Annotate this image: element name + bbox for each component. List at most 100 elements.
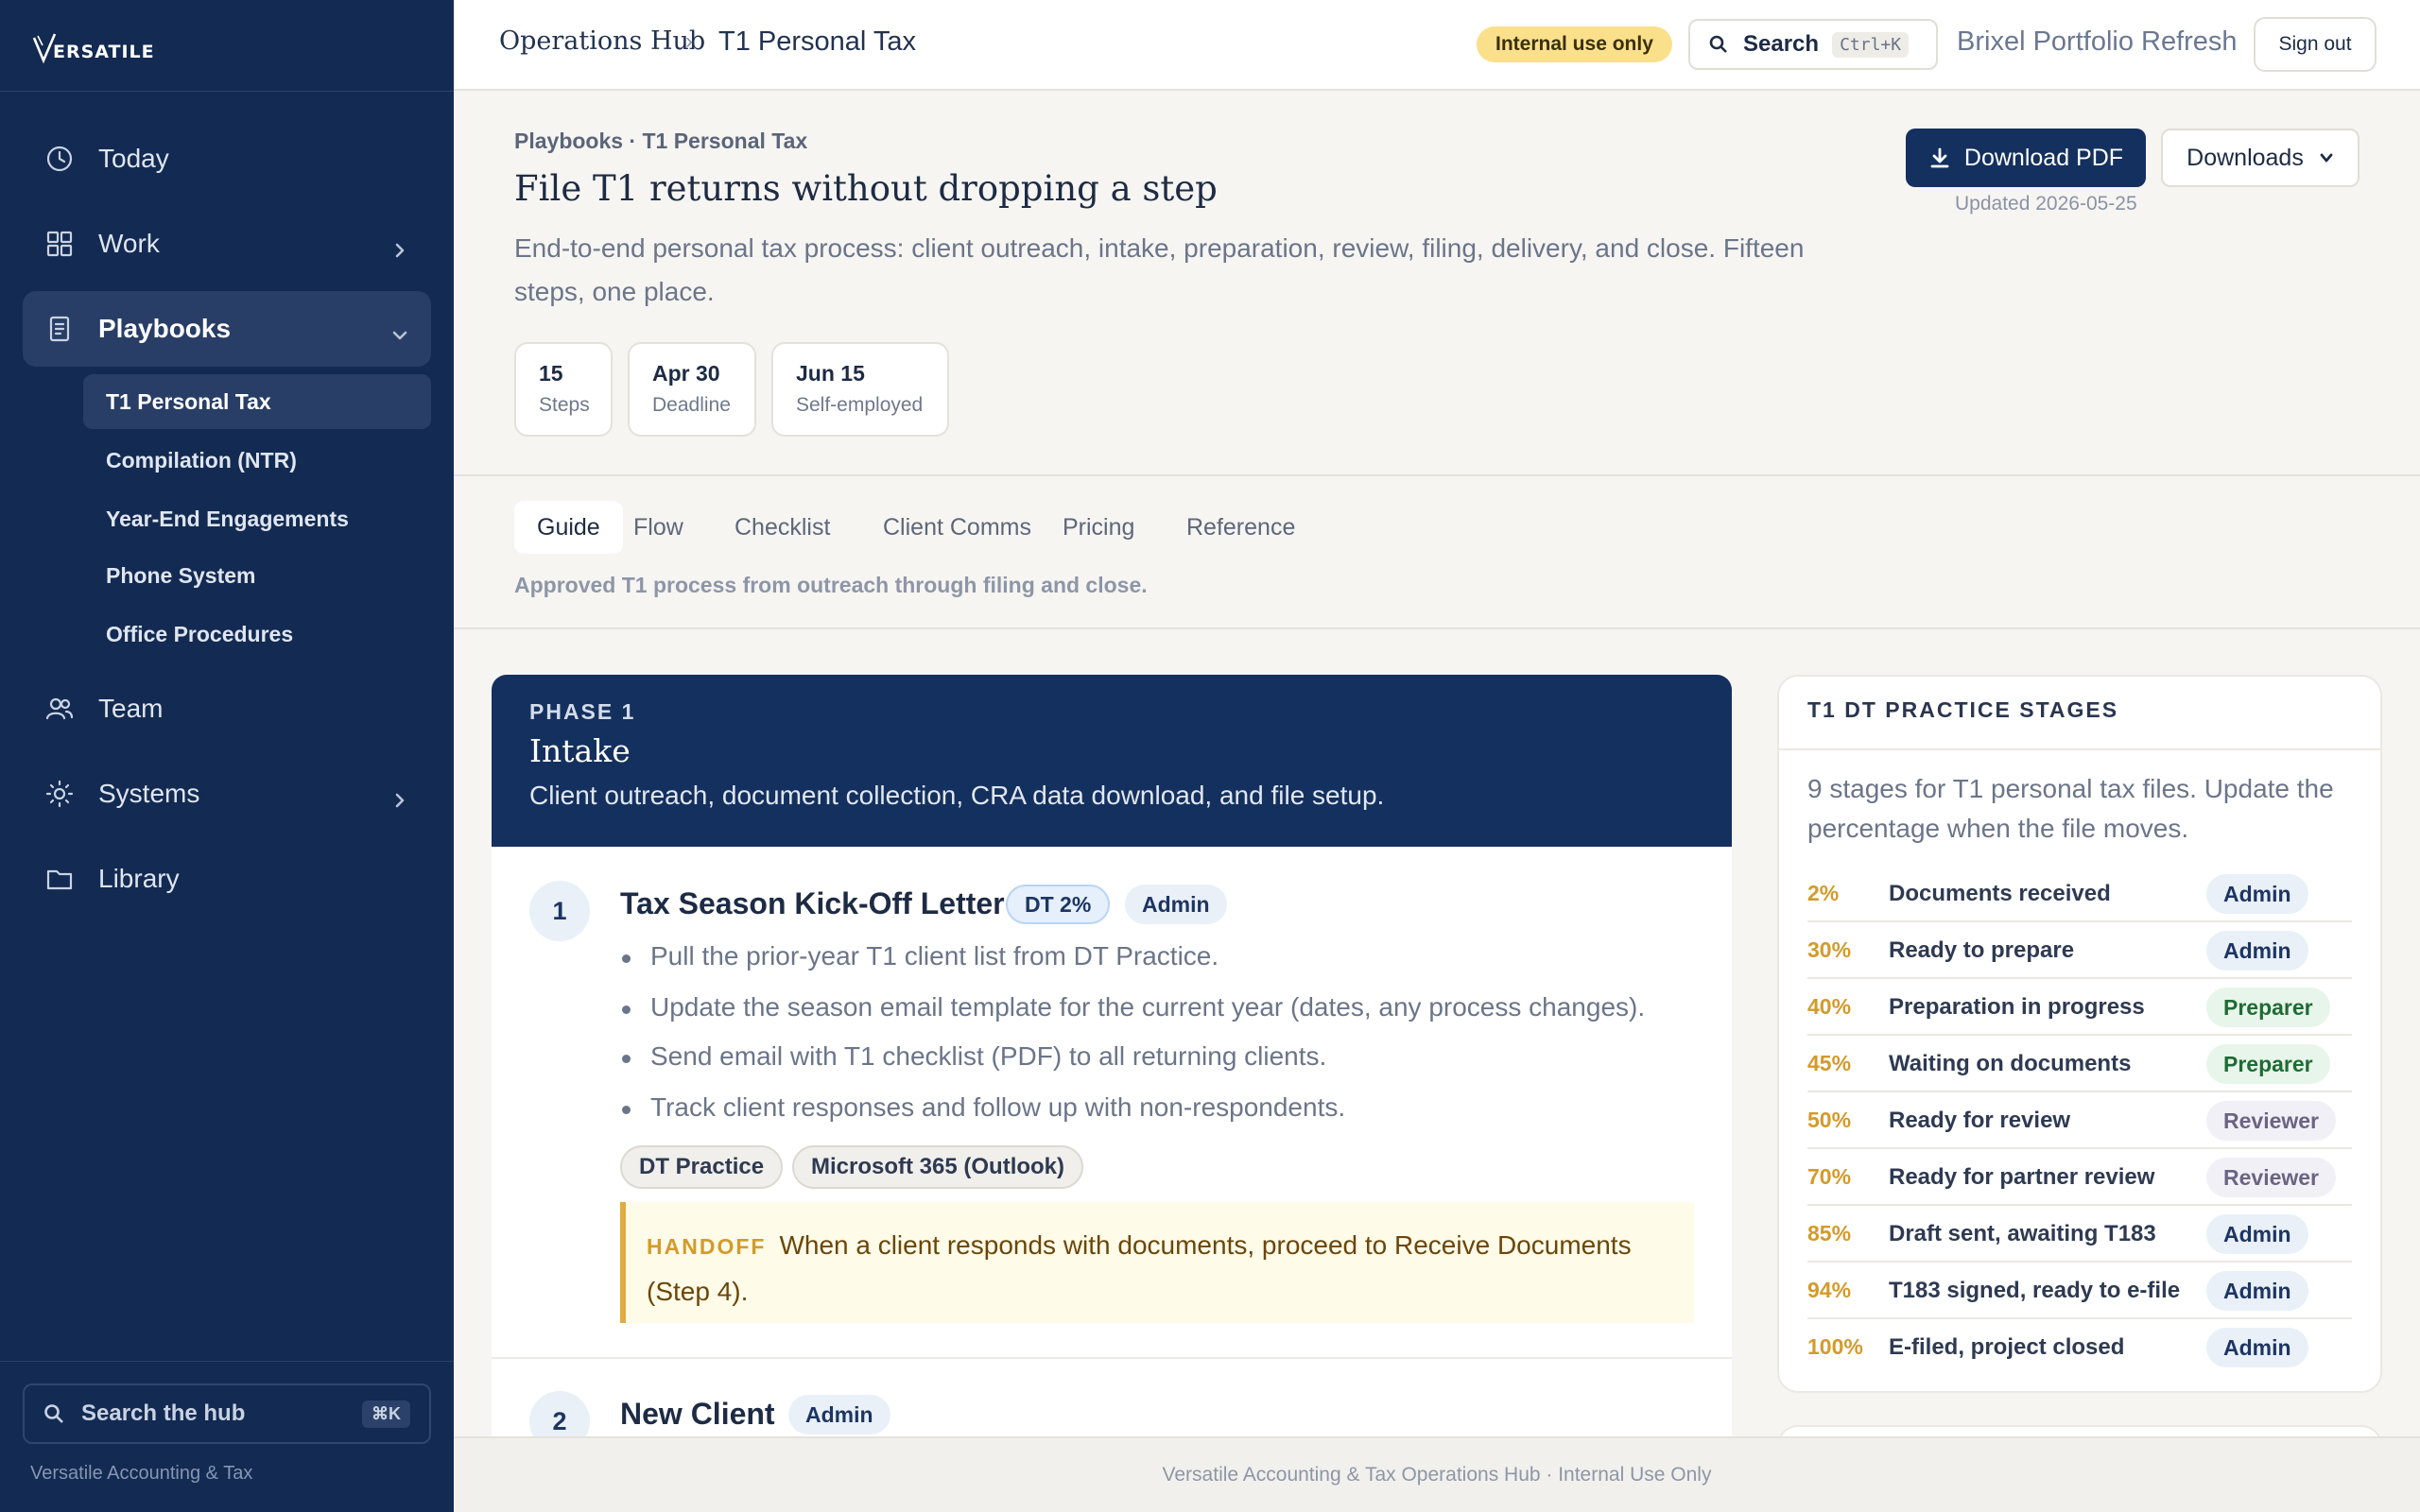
tab-reference[interactable]: Reference <box>1164 501 1318 554</box>
internal-use-badge: Internal use only <box>1477 26 1672 62</box>
nav-work[interactable]: Work <box>23 206 431 282</box>
tab-flow[interactable]: Flow <box>611 501 706 554</box>
stat-steps: 15 Steps <box>514 342 613 437</box>
sidebar: ERSATILE Today Work Playbooks T1 Persona… <box>0 0 454 1512</box>
tab-caption: Approved T1 process from outreach throug… <box>514 573 1148 597</box>
updated-timestamp: Updated 2026-05-25 <box>1955 193 2137 215</box>
stat-label: Self-employed <box>796 394 924 416</box>
sub-office-procedures[interactable]: Office Procedures <box>83 607 431 662</box>
stages-description: 9 stages for T1 personal tax files. Upda… <box>1807 774 2334 843</box>
stage-row: 2% Documents received Admin <box>1807 866 2352 922</box>
page-breadcrumb: Playbooks · T1 Personal Tax <box>514 129 808 153</box>
step-title: New Client <box>620 1397 775 1431</box>
nav-team-label: Team <box>98 694 164 723</box>
sidebar-search[interactable]: Search the hub ⌘K <box>23 1383 431 1444</box>
breadcrumb-current: T1 Personal Tax <box>718 26 917 57</box>
clock-icon <box>43 143 76 175</box>
stage-name: Waiting on documents <box>1889 1051 2132 1076</box>
stage-name: Ready for partner review <box>1889 1164 2155 1190</box>
tool-chip[interactable]: DT Practice <box>620 1145 784 1189</box>
shortcut-hint: Ctrl+K <box>1832 31 1910 58</box>
role-badge: Admin <box>2206 874 2308 914</box>
search-button[interactable]: Search Ctrl+K <box>1688 19 1938 70</box>
nav-today-label: Today <box>98 144 169 173</box>
nav-playbooks[interactable]: Playbooks <box>23 291 431 367</box>
nav-today[interactable]: Today <box>23 121 431 197</box>
stage-percent: 30% <box>1807 937 1852 962</box>
phase-label: PHASE 1 <box>529 699 636 724</box>
stages-panel: T1 DT PRACTICE STAGES 9 stages for T1 pe… <box>1777 675 2382 1393</box>
role-badge: Admin <box>788 1395 890 1435</box>
grid-icon <box>43 228 76 260</box>
sub-compilation-ntr[interactable]: Compilation (NTR) <box>83 433 431 488</box>
stage-percent: 94% <box>1807 1278 1852 1302</box>
brand-name: ERSATILE <box>53 42 155 62</box>
stages-title: T1 DT PRACTICE STAGES <box>1807 697 2119 722</box>
sub-t1-personal-tax[interactable]: T1 Personal Tax <box>83 374 431 429</box>
sidebar-footer: Versatile Accounting & Tax <box>30 1463 253 1484</box>
stage-row: 50% Ready for review Reviewer <box>1807 1092 2352 1149</box>
chevron-down-icon <box>2320 153 2333 163</box>
download-pdf-button[interactable]: Download PDF <box>1906 129 2146 187</box>
stage-row: 45% Waiting on documents Preparer <box>1807 1036 2352 1092</box>
stage-row: 100% E-filed, project closed Admin <box>1807 1319 2352 1376</box>
breadcrumb-separator: › <box>685 28 693 54</box>
stage-name: E-filed, project closed <box>1889 1334 2125 1360</box>
sub-phone-system[interactable]: Phone System <box>83 548 431 603</box>
list-item: Track client responses and follow up wit… <box>621 1092 1346 1122</box>
stage-percent: 2% <box>1807 881 1840 905</box>
nav-library[interactable]: Library <box>23 841 431 917</box>
page-title: File T1 returns without dropping a step <box>514 168 1218 209</box>
tool-chip[interactable]: Microsoft 365 (Outlook) <box>792 1145 1084 1189</box>
phase-description: Client outreach, document collection, CR… <box>529 781 1385 810</box>
role-badge: Admin <box>2206 931 2308 971</box>
role-badge: Admin <box>2206 1214 2308 1254</box>
stage-name: Draft sent, awaiting T183 <box>1889 1221 2156 1246</box>
nav-team[interactable]: Team <box>23 671 431 747</box>
download-pdf-label: Download PDF <box>1963 144 2124 171</box>
nav-systems[interactable]: Systems <box>23 756 431 832</box>
stage-row: 70% Ready for partner review Reviewer <box>1807 1149 2352 1206</box>
sidebar-divider <box>0 1361 454 1362</box>
role-badge: Admin <box>2206 1271 2308 1311</box>
step-title: Tax Season Kick-Off Letter <box>620 886 1005 920</box>
sub-year-end-engagements[interactable]: Year-End Engagements <box>83 491 431 546</box>
breadcrumb-root[interactable]: Operations Hub <box>499 26 705 56</box>
stage-percent: 100% <box>1807 1334 1863 1359</box>
stat-label: Deadline <box>652 394 731 416</box>
chevron-right-icon <box>391 235 408 258</box>
stage-row: 85% Draft sent, awaiting T183 Admin <box>1807 1206 2352 1263</box>
role-badge: Preparer <box>2206 988 2330 1027</box>
brand-logo[interactable]: ERSATILE <box>32 26 155 64</box>
chevron-down-icon <box>391 320 408 340</box>
sign-out-button[interactable]: Sign out <box>2254 17 2377 72</box>
page-description: End-to-end personal tax process: client … <box>514 233 1805 306</box>
list-item: Pull the prior-year T1 client list from … <box>621 941 1219 971</box>
document-icon <box>43 313 76 345</box>
tab-pricing[interactable]: Pricing <box>1040 501 1157 554</box>
handoff-callout: HANDOFF When a client responds with docum… <box>620 1202 1694 1323</box>
list-item: Update the season email template for the… <box>621 992 1646 1022</box>
downloads-dropdown[interactable]: Downloads <box>2161 129 2360 187</box>
role-badge: Preparer <box>2206 1044 2330 1084</box>
folder-icon <box>43 863 76 895</box>
stage-percent: 50% <box>1807 1108 1852 1132</box>
role-badge: Reviewer <box>2206 1101 2337 1141</box>
stage-row: 94% T183 signed, ready to e-file Admin <box>1807 1263 2352 1319</box>
page-footer: Versatile Accounting & Tax Operations Hu… <box>454 1436 2420 1512</box>
search-icon <box>1709 35 1727 53</box>
search-label: Search <box>1743 31 1820 57</box>
stage-percent: 70% <box>1807 1164 1852 1189</box>
stat-label: Steps <box>539 394 590 416</box>
stage-name: Preparation in progress <box>1889 994 2145 1020</box>
tab-client-comms[interactable]: Client Comms <box>860 501 1054 554</box>
stage-name: Ready to prepare <box>1889 937 2075 963</box>
tab-checklist[interactable]: Checklist <box>712 501 853 554</box>
stages-divider <box>1779 748 2380 750</box>
tab-guide[interactable]: Guide <box>514 501 623 554</box>
nav-playbooks-label: Playbooks <box>98 314 232 343</box>
stat-value: 15 <box>539 361 563 386</box>
project-name[interactable]: Brixel Portfolio Refresh <box>1957 26 2238 58</box>
nav-work-label: Work <box>98 229 160 258</box>
nav-systems-label: Systems <box>98 779 200 808</box>
